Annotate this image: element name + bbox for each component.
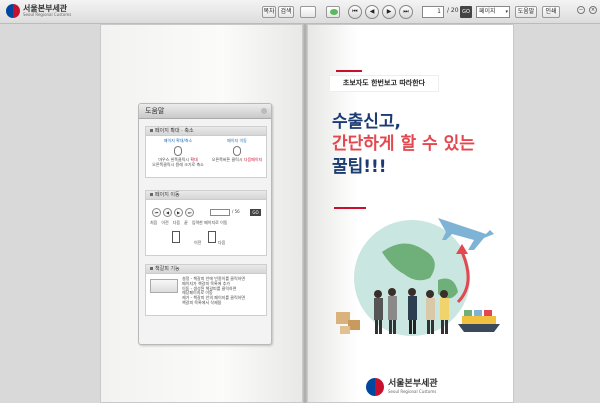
minimize-icon[interactable]: − [577, 6, 585, 14]
cover-logo-subtitle: Seoul Regional Customs [388, 389, 437, 394]
cover-logo: 서울본부세관 Seoul Regional Customs [366, 378, 438, 396]
zoom-title: 페이지 확대/축소 [163, 138, 193, 143]
customs-emblem-icon [366, 378, 384, 396]
section-title: 페이지 이동 [146, 191, 266, 200]
headline-line-3: 꿀팁!!! [332, 156, 387, 177]
view-select[interactable]: 페이지 ▾ [476, 6, 510, 18]
page-number-input[interactable]: 1 [422, 6, 444, 18]
toc-button[interactable]: 목차 [262, 6, 276, 18]
help-button[interactable]: 도움말 [515, 6, 537, 18]
last-page-button[interactable]: ⏭ [399, 5, 413, 19]
zoom-text-c: 오른쪽클릭시 원래 크기로 축소 [152, 161, 204, 167]
flipbook: 도움말 페이지 확대 · 축소 페이지 확대/축소 마우스 왼쪽클릭시 확대 오… [100, 24, 514, 403]
mouse-icon [233, 145, 241, 156]
demo-go: GO [250, 209, 261, 216]
chat-button[interactable] [326, 6, 340, 18]
customs-emblem-icon [6, 4, 20, 18]
headline-line-2: 간단하게 할 수 있는 [332, 134, 475, 155]
cover-headline: 수출신고, 간단하게 할 수 있는 꿀팁!!! [332, 111, 475, 178]
chevron-down-icon: ▾ [505, 9, 508, 15]
bookmark-line: 책갈피 목록에서 삭제됨 [182, 299, 222, 305]
help-panel-title: 도움말 [145, 107, 165, 115]
cargo-boxes-icon [336, 312, 360, 334]
next-page-icon: ▶ [174, 208, 183, 217]
help-section-bookmark: 책갈피 기능 설정 - 책갈피 안에 빈종이를 클릭하면 페이지가 책갈피 목록… [145, 264, 267, 316]
close-icon[interactable]: × [589, 6, 597, 14]
label-next: 다음 [172, 220, 181, 225]
help-panel: 도움말 페이지 확대 · 축소 페이지 확대/축소 마우스 왼쪽클릭시 확대 오… [138, 103, 272, 345]
left-page[interactable]: 도움말 페이지 확대 · 축소 페이지 확대/축소 마우스 왼쪽클릭시 확대 오… [100, 24, 305, 403]
next-page-demo [208, 231, 216, 243]
prev-page-demo [172, 231, 180, 243]
prev-page-button[interactable]: ◀ [365, 5, 379, 19]
accent-line [336, 70, 362, 72]
logo-subtitle: Seoul Regional Customs [23, 12, 72, 17]
demo-page-total: / 56 [232, 209, 240, 214]
help-section-navigation: 페이지 이동 ⏮ ◀ ▶ ⏭ / 56 GO 처음 이전 다음 끝 입력한 페이… [145, 190, 267, 256]
demo-next-label: 다음 [218, 240, 226, 245]
close-icon[interactable] [261, 108, 267, 114]
first-page-icon: ⏮ [152, 208, 161, 217]
last-page-icon: ⏭ [185, 208, 194, 217]
print-button[interactable]: 인쇄 [542, 6, 560, 18]
thumbnail-button[interactable] [300, 6, 316, 18]
label-prev: 이전 [161, 220, 169, 225]
help-section-zoom: 페이지 확대 · 축소 페이지 확대/축소 마우스 왼쪽클릭시 확대 오른쪽클릭… [145, 126, 267, 178]
next-page-button[interactable]: ▶ [382, 5, 396, 19]
label-last: 끝 [184, 220, 188, 225]
headline-line-1: 수출신고, [332, 112, 402, 132]
export-illustration [336, 218, 500, 336]
app-logo: 서울본부세관 Seoul Regional Customs [6, 4, 71, 18]
cover-logo-title: 서울본부세관 [388, 379, 438, 389]
prev-page-icon: ◀ [163, 208, 172, 217]
section-title: 책갈피 기능 [146, 265, 266, 274]
label-goto: 입력한 페이지로 이동 [191, 220, 228, 225]
first-page-button[interactable]: ⏮ [348, 5, 362, 19]
cargo-ship-icon [458, 310, 500, 332]
bookmark-demo-image [150, 279, 178, 293]
toolbar: 서울본부세관 Seoul Regional Customs 목차 검색 ⏮ ◀ … [0, 0, 600, 24]
speech-bubble-icon [330, 9, 338, 15]
label-first: 처음 [150, 220, 158, 225]
page-total: / 20 [447, 7, 459, 14]
search-button[interactable]: 검색 [278, 6, 294, 18]
cover-tagline: 초보자도 한번보고 따라한다 [330, 76, 438, 91]
move-text-b: 다음페이지 [243, 156, 263, 162]
mouse-icon [174, 145, 182, 156]
demo-prev-label: 이전 [194, 240, 202, 245]
go-button[interactable]: GO [460, 6, 472, 18]
demo-page-input [210, 209, 230, 216]
move-text-a: 오른쪽버튼 클릭시 [211, 156, 243, 162]
section-title: 페이지 확대 · 축소 [146, 127, 266, 136]
help-panel-header: 도움말 [139, 104, 271, 119]
book-spine [302, 24, 308, 403]
move-title: 페이지 이동 [227, 138, 247, 143]
